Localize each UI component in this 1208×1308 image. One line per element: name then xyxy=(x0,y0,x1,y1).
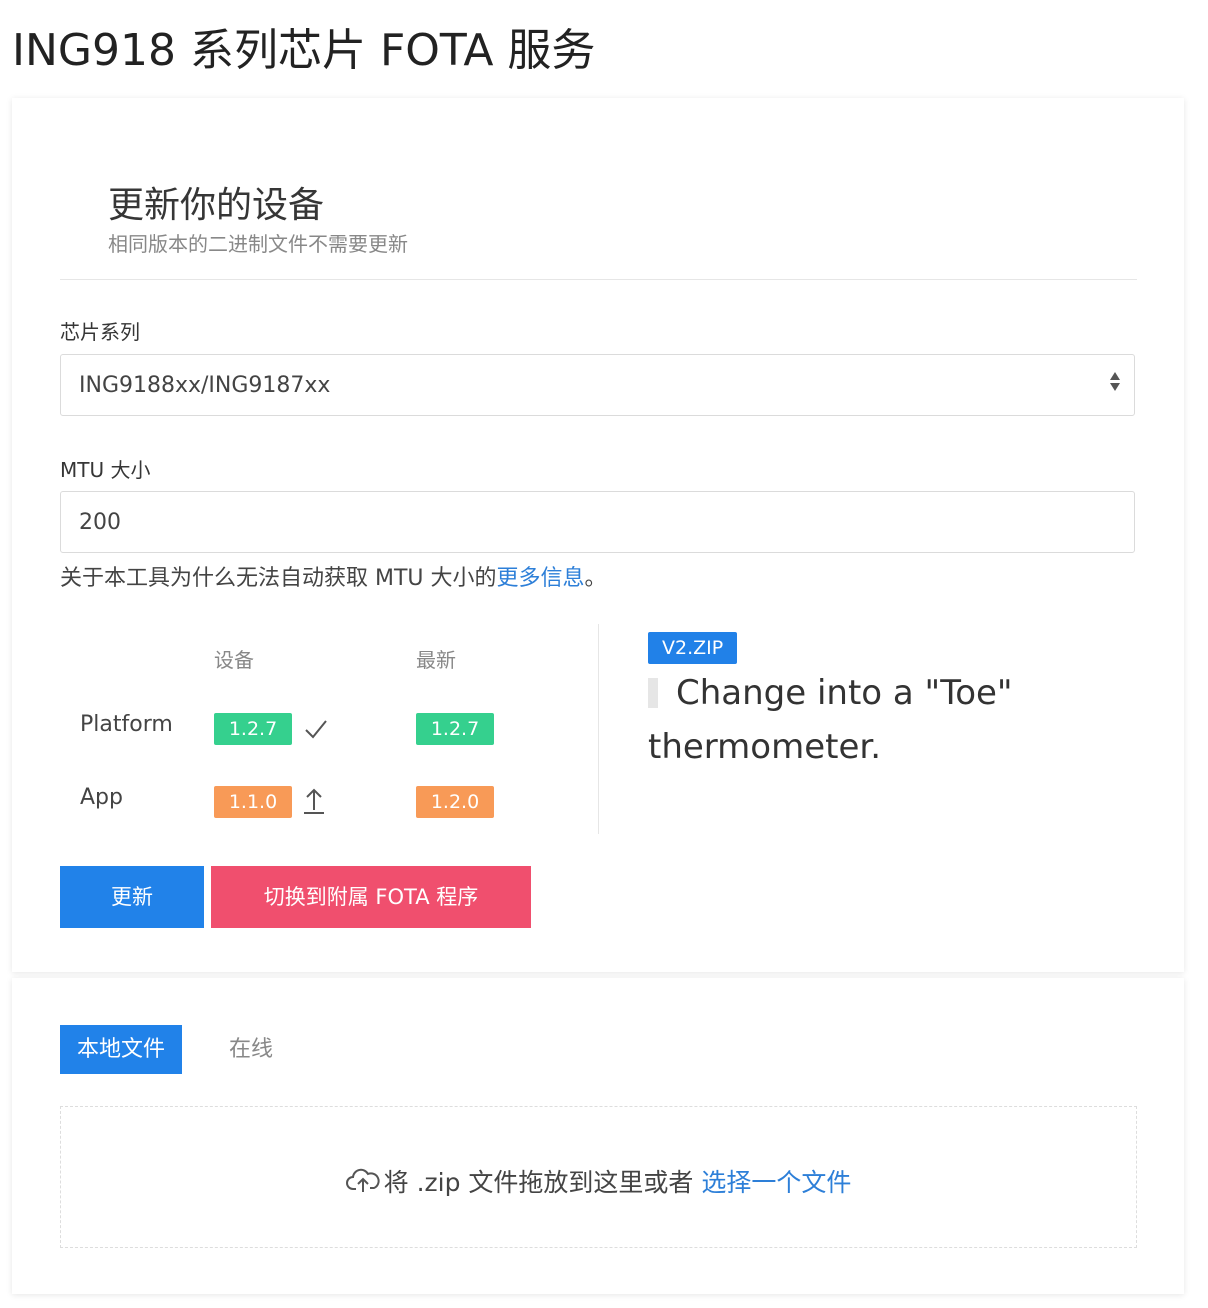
hero-subtitle: 相同版本的二进制文件不需要更新 xyxy=(108,232,408,256)
platform-latest-version: 1.2.7 xyxy=(416,713,494,745)
update-card: 更新你的设备 相同版本的二进制文件不需要更新 芯片系列 ING9188xx/IN… xyxy=(12,98,1184,972)
hero-title: 更新你的设备 xyxy=(108,185,325,226)
package-tag: V2.ZIP xyxy=(648,632,738,664)
cloud-upload-icon xyxy=(345,1168,380,1192)
package-note: Change into a "Toe" thermometer. xyxy=(648,666,1088,774)
mtu-label: MTU 大小 xyxy=(60,458,151,482)
file-source-card: 本地文件 在线 将 .zip 文件拖放到这里或者 选择一个文件 xyxy=(12,978,1184,1294)
chip-series-value: ING9188xx/ING9187xx xyxy=(79,373,331,398)
arrow-up-icon xyxy=(304,788,324,814)
mtu-help-text: 关于本工具为什么无法自动获取 MTU 大小的更多信息。 xyxy=(60,560,607,592)
more-info-link[interactable]: 更多信息 xyxy=(497,566,585,591)
app-latest-version: 1.2.0 xyxy=(416,786,494,818)
file-dropzone[interactable]: 将 .zip 文件拖放到这里或者 选择一个文件 xyxy=(60,1106,1137,1248)
mtu-help-body: 关于本工具为什么无法自动获取 MTU 大小的 xyxy=(60,566,497,591)
tab-local-file[interactable]: 本地文件 xyxy=(60,1025,182,1074)
platform-device-version: 1.2.7 xyxy=(214,713,292,745)
check-icon xyxy=(305,720,327,739)
switch-fota-button[interactable]: 切换到附属 FOTA 程序 xyxy=(211,866,531,928)
select-arrows-icon xyxy=(1108,369,1122,399)
divider xyxy=(60,279,1137,280)
vertical-divider xyxy=(598,624,599,834)
app-device-version: 1.1.0 xyxy=(214,786,292,818)
mtu-value: 200 xyxy=(79,510,121,535)
column-header-latest: 最新 xyxy=(416,648,456,672)
choose-file-link[interactable]: 选择一个文件 xyxy=(701,1168,851,1197)
mtu-help-end: 。 xyxy=(584,566,607,591)
dropzone-line: 将 .zip 文件拖放到这里或者 选择一个文件 xyxy=(61,1163,1136,1199)
chip-series-label: 芯片系列 xyxy=(60,320,140,344)
dropzone-text: 将 .zip 文件拖放到这里或者 xyxy=(383,1168,694,1197)
tab-online[interactable]: 在线 xyxy=(229,1025,273,1074)
column-header-device: 设备 xyxy=(214,648,254,672)
mtu-input[interactable]: 200 xyxy=(60,491,1135,553)
chip-series-select[interactable]: ING9188xx/ING9187xx xyxy=(60,354,1135,416)
row-label-platform: Platform xyxy=(80,712,173,737)
update-button[interactable]: 更新 xyxy=(60,866,204,928)
page-title: ING918 系列芯片 FOTA 服务 xyxy=(12,25,596,76)
package-note-text: Change into a "Toe" thermometer. xyxy=(648,673,1013,767)
row-label-app: App xyxy=(80,785,123,810)
